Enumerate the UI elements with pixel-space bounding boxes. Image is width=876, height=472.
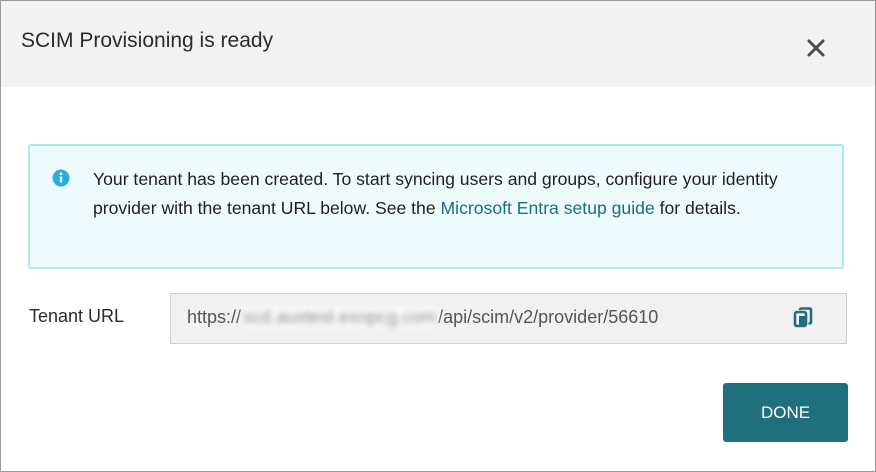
- tenant-url-suffix: /api/scim/v2/provider/56610: [438, 307, 659, 327]
- tenant-url-prefix: https://: [187, 307, 242, 327]
- close-button[interactable]: [801, 33, 831, 63]
- info-message: Your tenant has been created. To start s…: [93, 165, 823, 223]
- info-text-end: for details.: [654, 198, 741, 218]
- info-icon: [52, 169, 70, 187]
- tenant-url-field[interactable]: https://scd.auxtest.exopcg.com/api/scim/…: [170, 293, 847, 344]
- tenant-url-label: Tenant URL: [29, 306, 125, 326]
- microsoft-entra-setup-guide-link[interactable]: Microsoft Entra setup guide: [441, 198, 655, 218]
- scim-provisioning-dialog: SCIM Provisioning is ready Your tenant h…: [0, 0, 876, 472]
- tenant-url-redacted-host: scd.auxtest.exopcg.com: [241, 307, 439, 328]
- dialog-title: SCIM Provisioning is ready: [21, 29, 274, 52]
- tenant-url-value[interactable]: https://scd.auxtest.exopcg.com/api/scim/…: [187, 307, 658, 328]
- done-button[interactable]: DONE: [723, 383, 848, 442]
- dialog-header: SCIM Provisioning is ready: [1, 1, 875, 87]
- close-icon: [807, 39, 825, 57]
- info-alert: Your tenant has been created. To start s…: [28, 144, 844, 269]
- copy-icon: [793, 307, 813, 328]
- copy-url-button[interactable]: [793, 307, 815, 331]
